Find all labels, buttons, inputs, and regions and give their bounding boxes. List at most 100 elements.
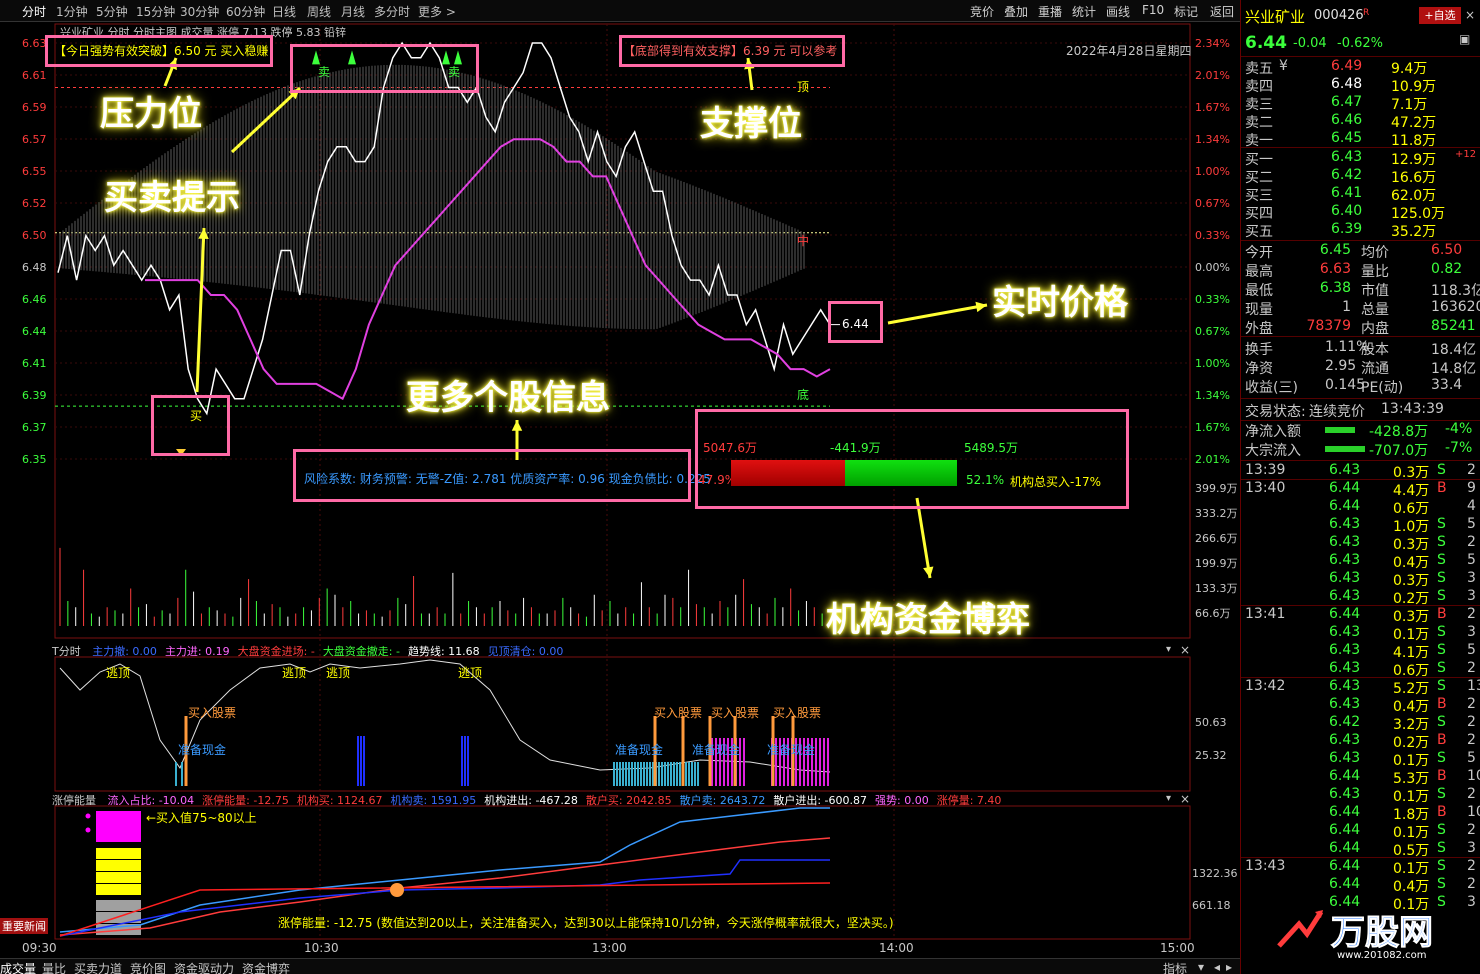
indicator1-collapse-icon[interactable]: ▾ <box>1166 644 1171 655</box>
tick-row[interactable]: 6.43 0.2万 S 3 <box>1245 588 1477 607</box>
overlay-button[interactable]: 叠加 <box>1004 3 1028 20</box>
news-button[interactable]: 重要新闻 <box>0 918 48 934</box>
stat-row[interactable]: 最高 6.63 量比 0.82 <box>1245 261 1477 280</box>
tick-row[interactable]: 6.43 0.3万 S 2 <box>1245 534 1477 553</box>
tick-row[interactable]: 6.44 1.8万 B 10 <box>1245 804 1480 823</box>
tab-buy-sell-force[interactable]: 买卖力道 <box>74 960 122 974</box>
tick-count: 10 <box>1467 804 1480 820</box>
tab-monthly[interactable]: 月线 <box>341 3 365 20</box>
mark-button[interactable]: 标记 <box>1174 3 1198 20</box>
draw-button[interactable]: 画线 <box>1106 3 1130 20</box>
indicator-value: 大盘资金撤走: - <box>322 645 400 658</box>
tab-volume[interactable]: 成交量 <box>0 960 36 974</box>
tick-price: 6.44 <box>1329 822 1361 838</box>
energy-block <box>96 860 141 871</box>
tick-row[interactable]: 6.43 0.2万 B 2 <box>1245 732 1477 751</box>
tick-row[interactable]: 6.43 0.3万 S 3 <box>1245 570 1477 589</box>
tick-row[interactable]: 6.44 0.1万 S 2 <box>1245 822 1477 841</box>
tick-row[interactable]: 6.43 0.6万 S 2 <box>1245 660 1477 679</box>
tick-row[interactable]: 6.42 3.2万 S 2 <box>1245 714 1477 733</box>
replay-button[interactable]: 重播 <box>1038 3 1062 20</box>
tick-row[interactable]: 6.43 0.1万 S 5 <box>1245 750 1477 769</box>
stat-row[interactable]: 最低 6.38 市值 118.3亿 <box>1245 280 1480 299</box>
panel-close-icon[interactable]: × <box>1465 8 1475 22</box>
bid-row[interactable]: 买三 6.41 62.0万 <box>1245 185 1477 204</box>
indicator2-name[interactable]: 涨停能量 <box>52 794 96 807</box>
tick-row[interactable]: 6.43 0.4万 B 2 <box>1245 696 1477 715</box>
indicator2-close-icon[interactable]: × <box>1180 792 1190 806</box>
indicator1-close-icon[interactable]: × <box>1180 643 1190 657</box>
tab-5min[interactable]: 5分钟 <box>96 3 128 20</box>
indicator-button[interactable]: 指标 <box>1163 960 1187 974</box>
tab-30min[interactable]: 30分钟 <box>180 3 219 20</box>
annotation-realtime-price: 实时价格 <box>992 283 1128 323</box>
ask-row[interactable]: 卖二 6.46 47.2万 <box>1245 112 1477 131</box>
indicator2-collapse-icon[interactable]: ▾ <box>1166 793 1171 804</box>
tick-row[interactable]: 6.44 0.6万 4 <box>1245 498 1477 517</box>
stat-row[interactable]: 收益(三) 0.145 PE(动) 33.4 <box>1245 377 1477 396</box>
tab-multi[interactable]: 多分时 <box>374 3 410 20</box>
stat-row[interactable]: 现量 1 总量 163620 <box>1245 299 1480 318</box>
energy-signal-icon <box>390 883 404 897</box>
stat-row[interactable]: 今开 6.45 均价 6.50 <box>1245 242 1477 261</box>
flow-pct: -7% <box>1445 440 1473 456</box>
tick-count: 3 <box>1467 624 1476 640</box>
tab-1min[interactable]: 1分钟 <box>56 3 88 20</box>
add-watchlist-button[interactable]: +自选 <box>1419 7 1461 24</box>
tick-row[interactable]: 13:40 6.44 4.4万 B 9 <box>1245 480 1477 499</box>
tick-count: 2 <box>1467 534 1476 550</box>
price-tick: 6.61 <box>22 69 47 82</box>
tab-daily[interactable]: 日线 <box>272 3 296 20</box>
next-icon[interactable]: ▸ <box>1226 960 1232 974</box>
tab-weekly[interactable]: 周线 <box>307 3 331 20</box>
tab-fund-game[interactable]: 资金博弈 <box>242 960 290 974</box>
tick-row[interactable]: 13:39 6.43 0.3万 S 2 <box>1245 462 1477 481</box>
auction-button[interactable]: 竞价 <box>970 3 994 20</box>
tick-volume: 0.4万 <box>1393 879 1430 895</box>
stat-row[interactable]: 换手 1.11% 股本 18.4亿 <box>1245 339 1477 358</box>
tick-row[interactable]: 6.43 4.1万 S 5 <box>1245 642 1477 661</box>
tab-timeshare[interactable]: 分时 <box>22 3 46 20</box>
margin-badge: R <box>1363 8 1370 18</box>
tick-row[interactable]: 13:42 6.43 5.2万 S 13 <box>1245 678 1480 697</box>
ask-row[interactable]: 卖五 ¥6.49 9.4万 <box>1245 58 1477 77</box>
tick-row[interactable]: 6.43 0.1万 S 3 <box>1245 624 1477 643</box>
tab-more[interactable]: 更多 > <box>418 3 456 20</box>
tab-auction-chart[interactable]: 竞价图 <box>130 960 166 974</box>
tick-row[interactable]: 6.44 0.5万 S 3 <box>1245 840 1477 859</box>
tick-row[interactable]: 6.43 0.1万 S 2 <box>1245 786 1477 805</box>
tick-row[interactable]: 13:41 6.44 0.3万 B 2 <box>1245 606 1477 625</box>
stat-row[interactable]: 外盘 78379 内盘 85241 <box>1245 318 1477 337</box>
indicator1-name[interactable]: T分时 <box>52 645 81 658</box>
prev-icon[interactable]: ◂ <box>1214 960 1220 974</box>
tick-volume: 0.1万 <box>1393 627 1430 643</box>
stat-row[interactable]: 净资 2.95 流通 14.8亿 <box>1245 358 1477 377</box>
stats-button[interactable]: 统计 <box>1072 3 1096 20</box>
tab-15min[interactable]: 15分钟 <box>136 3 175 20</box>
ask-price: 6.45 <box>1331 130 1363 146</box>
ask-row[interactable]: 卖四 6.48 10.9万 <box>1245 76 1477 95</box>
ask-row[interactable]: 卖一 6.45 11.8万 <box>1245 130 1477 149</box>
tick-row[interactable]: 6.43 0.4万 S 5 <box>1245 552 1477 571</box>
flow-row[interactable]: 净流入额 -428.8万 -4% <box>1245 421 1477 440</box>
settings-icon[interactable]: ▾ <box>1198 960 1204 974</box>
bid-row[interactable]: 买一 6.43 12.9万 +12 <box>1245 149 1477 168</box>
panel-expand-icon[interactable]: ▣ <box>1459 32 1470 46</box>
tick-row[interactable]: 6.44 0.4万 S 2 <box>1245 876 1477 895</box>
tick-side: B <box>1437 804 1447 820</box>
ask-row[interactable]: 卖三 6.47 7.1万 <box>1245 94 1477 113</box>
tick-row[interactable]: 6.44 0.1万 S 3 <box>1245 894 1477 913</box>
back-button[interactable]: 返回 <box>1210 3 1234 20</box>
tab-fund-drive[interactable]: 资金驱动力 <box>174 960 234 974</box>
tick-row[interactable]: 6.43 1.0万 S 5 <box>1245 516 1477 535</box>
tick-row[interactable]: 13:43 6.44 0.1万 S 2 <box>1245 858 1477 877</box>
tick-row[interactable]: 6.44 5.3万 B 10 <box>1245 768 1480 787</box>
indicator-value: 散户卖: 2643.72 <box>679 794 766 807</box>
bid-row[interactable]: 买五 6.39 35.2万 <box>1245 221 1477 240</box>
bid-row[interactable]: 买二 6.42 16.6万 <box>1245 167 1477 186</box>
bid-row[interactable]: 买四 6.40 125.0万 <box>1245 203 1477 222</box>
tab-60min[interactable]: 60分钟 <box>226 3 265 20</box>
f10-button[interactable]: F10 <box>1142 3 1164 17</box>
tab-volume-ratio[interactable]: 量比 <box>42 960 66 974</box>
flow-row[interactable]: 大宗流入 -707.0万 -7% <box>1245 440 1477 459</box>
